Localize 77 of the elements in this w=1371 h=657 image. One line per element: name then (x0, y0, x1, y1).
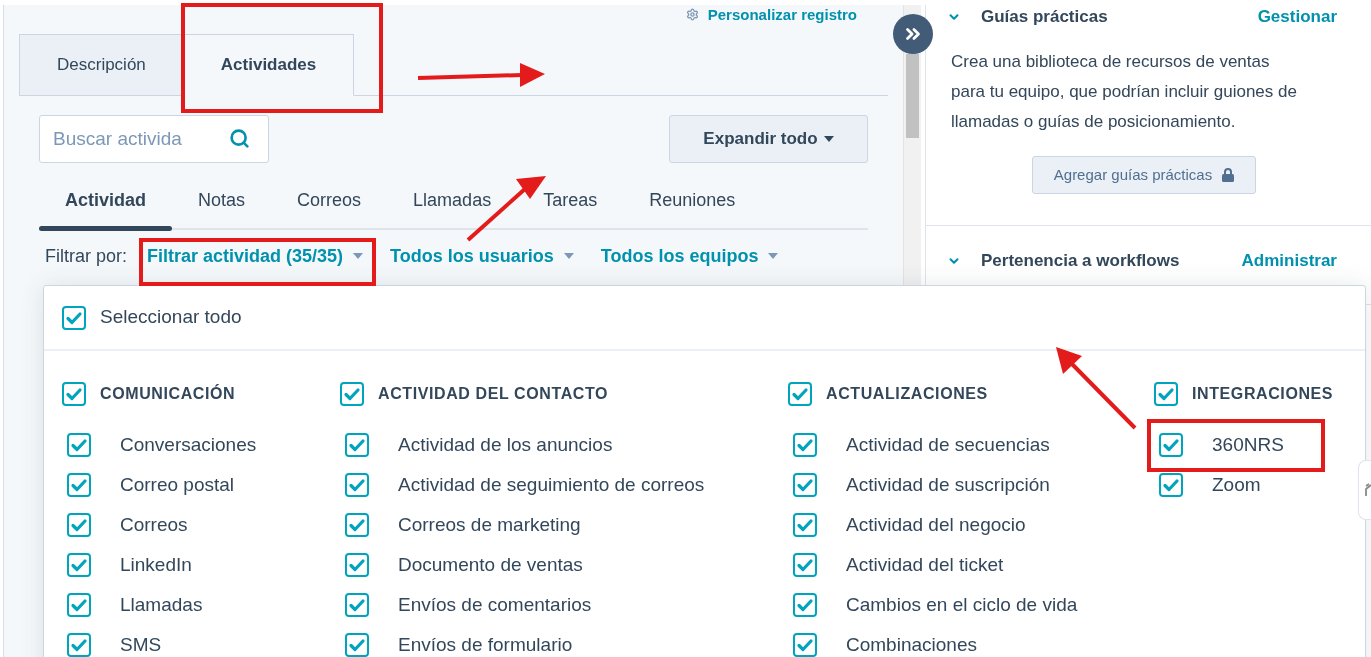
side-panel-tab[interactable] (1358, 460, 1371, 520)
section-action-link[interactable]: Gestionar (1257, 4, 1337, 30)
section-title: Pertenencia a workflows (981, 250, 1181, 273)
checkbox[interactable] (788, 382, 812, 406)
option-label[interactable]: Correo postal (120, 470, 235, 500)
option-label[interactable]: Actividad de secuencias (846, 430, 1050, 460)
settings-icon (685, 8, 699, 21)
caret-icon (768, 253, 779, 259)
checkbox[interactable] (345, 473, 369, 497)
option-label[interactable]: SMS (120, 630, 162, 657)
option-label[interactable]: Actividad del ticket (846, 550, 1004, 580)
checkbox[interactable] (67, 633, 91, 657)
checkbox[interactable] (67, 593, 91, 617)
section-description: Crea una biblioteca de recursos de ventas para tu equipo, que podrían incluir guiones de llamadas o guías de posicionamiento. (951, 51, 1298, 133)
checkbox[interactable] (1159, 433, 1183, 457)
option-label[interactable]: Combinaciones (846, 630, 977, 657)
option-label[interactable]: Envíos de comentarios (398, 590, 592, 620)
checkbox[interactable] (1154, 382, 1178, 406)
checkbox[interactable] (793, 513, 817, 537)
option-label[interactable]: Llamadas (120, 590, 203, 620)
group-heading[interactable]: ACTIVIDAD DEL CONTACTO (378, 382, 609, 406)
checkbox[interactable] (62, 305, 86, 330)
checkbox[interactable] (793, 433, 817, 457)
option-label[interactable]: LinkedIn (120, 550, 192, 580)
checkbox[interactable] (345, 513, 369, 537)
option-label[interactable]: Actividad de los anuncios (398, 430, 613, 460)
scrollbar-thumb[interactable] (906, 54, 919, 138)
search-field[interactable]: Buscar activida (39, 115, 269, 163)
group-heading[interactable]: COMUNICACIÓN (100, 382, 236, 406)
tab[interactable]: Notas (172, 180, 272, 231)
lock-icon (1222, 168, 1235, 182)
checkbox[interactable] (67, 553, 91, 577)
checkbox[interactable] (345, 633, 369, 657)
group-heading[interactable]: ACTUALIZACIONES (826, 382, 988, 406)
tab[interactable]: Tareas (517, 180, 624, 231)
option-label[interactable]: Cambios en el ciclo de vida (846, 590, 1078, 620)
option-label[interactable]: Zoom (1212, 470, 1261, 500)
option-label[interactable]: Envíos de formulario (398, 630, 573, 657)
tab[interactable]: Correos (271, 180, 388, 231)
expand-all-button[interactable]: Expandir todo (669, 115, 868, 163)
checkbox[interactable] (345, 433, 369, 457)
bent-line-icon (1365, 483, 1371, 497)
checkbox[interactable] (793, 593, 817, 617)
caret-icon (353, 253, 364, 259)
tab[interactable]: Actividad (39, 180, 173, 231)
option-label[interactable]: Correos de marketing (398, 510, 581, 540)
checkbox[interactable] (67, 433, 91, 457)
add-guides-button[interactable]: Agregar guías prácticas (1031, 156, 1257, 194)
caret-icon (823, 136, 834, 142)
checkbox[interactable] (340, 382, 364, 406)
checkbox[interactable] (1159, 473, 1183, 497)
tab[interactable]: Reuniones (623, 180, 762, 231)
checkbox[interactable] (793, 473, 817, 497)
option-label[interactable]: Documento de ventas (398, 550, 583, 580)
group-heading[interactable]: INTEGRACIONES (1192, 382, 1334, 406)
checkbox[interactable] (67, 513, 91, 537)
checkbox[interactable] (67, 473, 91, 497)
checkbox[interactable] (793, 553, 817, 577)
option-label[interactable]: Actividad de seguimiento de correos (398, 470, 705, 500)
search-icon[interactable] (229, 128, 250, 149)
caret-icon (563, 253, 574, 259)
filter-label: Filtrar por: (45, 245, 127, 267)
section-action-link[interactable]: Administrar (1241, 248, 1337, 274)
select-all-label[interactable]: Seleccionar todo (100, 303, 242, 332)
tab[interactable]: Descripción (19, 34, 184, 96)
option-label[interactable]: 360NRS (1212, 430, 1284, 460)
section-title: Guías prácticas (981, 6, 1109, 29)
checkbox[interactable] (345, 593, 369, 617)
checkbox[interactable] (62, 382, 86, 406)
option-label[interactable]: Conversaciones (120, 430, 257, 460)
tab[interactable]: Llamadas (387, 180, 518, 231)
option-label[interactable]: Actividad de suscripción (846, 470, 1050, 500)
option-label[interactable]: Correos (120, 510, 188, 540)
option-label[interactable]: Actividad del negocio (846, 510, 1026, 540)
checkbox[interactable] (345, 553, 369, 577)
checkbox[interactable] (793, 633, 817, 657)
tab[interactable]: Actividades (182, 34, 355, 96)
